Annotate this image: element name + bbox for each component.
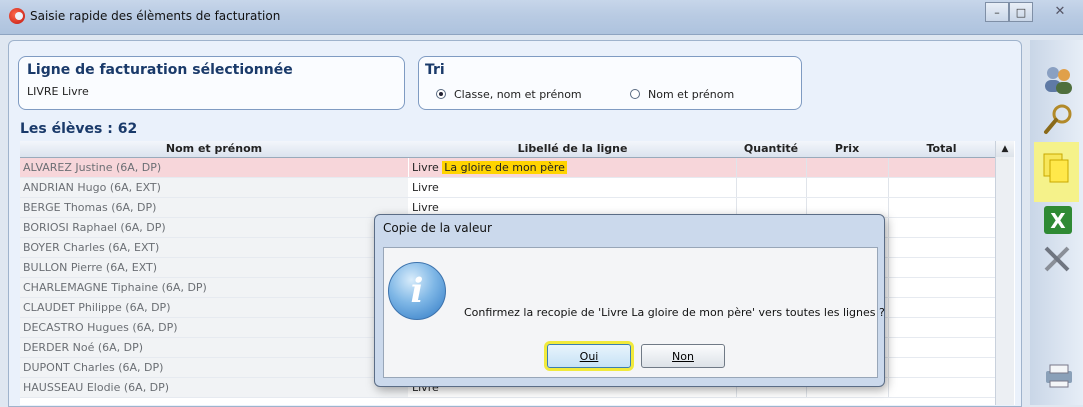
close-button[interactable]: ✕ (1040, 2, 1080, 22)
cell-total (888, 378, 996, 397)
cell-name[interactable]: BORIOSI Raphael (6A, DP) (20, 218, 408, 237)
sort-radio-name[interactable] (630, 89, 640, 99)
excel-icon[interactable]: X (1038, 200, 1078, 240)
cell-quantite[interactable] (736, 158, 807, 177)
no-button[interactable]: Non (641, 344, 725, 368)
cell-name[interactable]: BERGE Thomas (6A, DP) (20, 198, 408, 217)
selected-line-panel: Ligne de facturation sélectionnée LIVRE … (18, 56, 405, 110)
confirm-dialog: Copie de la valeur i Confirmez la recopi… (374, 214, 885, 387)
header-name[interactable]: Nom et prénom (20, 142, 408, 155)
selected-line-value: LIVRE Livre (27, 85, 89, 98)
svg-text:X: X (1050, 209, 1066, 233)
cell-total (888, 258, 996, 277)
cell-prix[interactable] (806, 178, 889, 197)
yes-button[interactable]: Oui (547, 344, 631, 368)
copy-icon[interactable] (1034, 142, 1079, 202)
cell-libelle[interactable]: Livre (409, 178, 736, 197)
selected-line-title: Ligne de facturation sélectionnée (27, 62, 293, 78)
table-row[interactable]: ANDRIAN Hugo (6A, EXT) Livre (20, 178, 995, 198)
cell-total (888, 158, 996, 177)
cell-total (888, 238, 996, 257)
cell-total (888, 358, 996, 377)
info-icon: i (388, 262, 446, 320)
cell-name[interactable]: CLAUDET Philippe (6A, DP) (20, 298, 408, 317)
cell-name[interactable]: ANDRIAN Hugo (6A, EXT) (20, 178, 408, 197)
users-icon[interactable] (1038, 60, 1078, 100)
sort-title: Tri (425, 62, 445, 78)
no-button-label: Non (672, 350, 694, 363)
search-icon[interactable] (1038, 100, 1078, 140)
libelle-edit-highlight[interactable]: La gloire de mon père (442, 161, 567, 174)
cell-quantite[interactable] (736, 178, 807, 197)
cell-total (888, 278, 996, 297)
app-icon (9, 8, 25, 24)
dialog-title: Copie de la valeur (383, 221, 492, 235)
cell-name[interactable]: BOYER Charles (6A, EXT) (20, 238, 408, 257)
cell-total (888, 318, 996, 337)
sort-radio-name-label[interactable]: Nom et prénom (648, 88, 734, 101)
window-title: Saisie rapide des élèments de facturatio… (30, 9, 281, 23)
print-icon[interactable] (1038, 355, 1078, 395)
dialog-body: i Confirmez la recopie de 'Livre La gloi… (383, 247, 885, 378)
cell-name[interactable]: ALVAREZ Justine (6A, DP) (20, 158, 408, 177)
cell-name[interactable]: HAUSSEAU Elodie (6A, DP) (20, 378, 408, 397)
minimize-button[interactable]: – (985, 2, 1009, 22)
libelle-text: Livre (412, 161, 439, 174)
yes-button-label: Oui (579, 350, 599, 363)
sort-radio-class-name-label[interactable]: Classe, nom et prénom (454, 88, 582, 101)
cell-name[interactable]: BULLON Pierre (6A, EXT) (20, 258, 408, 277)
cell-total (888, 178, 996, 197)
window-titlebar: Saisie rapide des élèments de facturatio… (0, 0, 1083, 35)
cell-prix[interactable] (806, 158, 889, 177)
cell-name[interactable]: DUPONT Charles (6A, DP) (20, 358, 408, 377)
cell-total (888, 218, 996, 237)
cell-name[interactable]: DECASTRO Hugues (6A, DP) (20, 318, 408, 337)
header-libelle[interactable]: Libellé de la ligne (409, 142, 736, 155)
scroll-up-arrow-icon[interactable]: ▲ (996, 141, 1014, 157)
header-total[interactable]: Total (888, 142, 995, 155)
cell-total (888, 298, 996, 317)
table-scrollbar[interactable]: ▲ (995, 141, 1014, 405)
table-row[interactable]: ALVAREZ Justine (6A, DP) Livre La gloire… (20, 158, 996, 178)
cell-name[interactable]: DERDER Noé (6A, DP) (20, 338, 408, 357)
header-prix[interactable]: Prix (806, 142, 888, 155)
sort-radio-class-name[interactable] (436, 89, 446, 99)
cell-total (888, 338, 996, 357)
maximize-button[interactable]: □ (1009, 2, 1033, 22)
tools-icon[interactable] (1038, 240, 1078, 280)
students-count: Les élèves : 62 (20, 121, 138, 137)
right-toolbar: X (1030, 40, 1083, 405)
sort-panel: Tri Classe, nom et prénom Nom et prénom (418, 56, 802, 110)
table-header: Nom et prénom Libellé de la ligne Quanti… (20, 141, 995, 158)
header-quantite[interactable]: Quantité (736, 142, 806, 155)
cell-libelle[interactable]: Livre La gloire de mon père (409, 158, 736, 177)
cell-total (888, 198, 996, 217)
cell-name[interactable]: CHARLEMAGNE Tiphaine (6A, DP) (20, 278, 408, 297)
dialog-message: Confirmez la recopie de 'Livre La gloire… (464, 306, 885, 319)
